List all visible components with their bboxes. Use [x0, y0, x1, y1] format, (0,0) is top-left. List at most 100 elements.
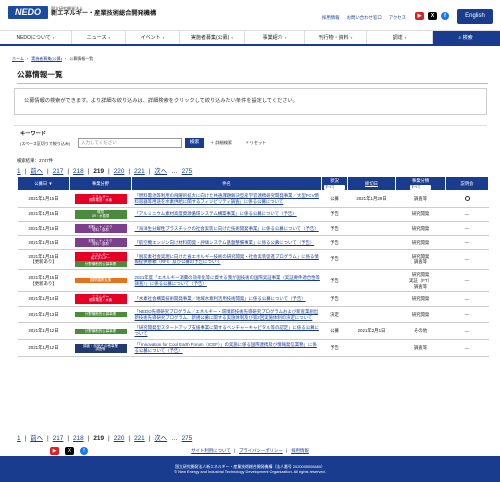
row-status: 予告 [321, 249, 348, 270]
nav-search-button[interactable]: ⌕ 検索 [433, 31, 500, 44]
org-name: 新エネルギー・産業技術総合開発機構 [51, 10, 157, 18]
col-date-header[interactable]: 公募日 ▼ [17, 176, 70, 191]
nav-item-news[interactable]: ニュース [72, 31, 126, 44]
pager-next[interactable]: 次へ [154, 433, 167, 442]
nav-item-projects[interactable]: 事業紹介 [245, 31, 305, 44]
row-subject-link[interactable]: 「燃料電池等利用の飛躍的拡大に向けた共通課題解決型産学官連携研究開発事業／大型F… [131, 190, 322, 208]
search-button[interactable]: 検索 [185, 138, 204, 148]
row-status: 予告 [321, 235, 348, 251]
nav-item-koubo[interactable]: 実施者募集(公募) [180, 31, 245, 44]
row-briefing: — [445, 322, 489, 341]
row-subject-link[interactable]: 「海洋生分解性プラスチックの社会実装に向けた技術開発事業」に係る公募について（予… [131, 221, 322, 237]
pager-page[interactable]: 220 [114, 168, 125, 175]
keyword-sub-label: (スペース区切りで絞り込み) [20, 141, 71, 146]
row-field: エネルギー 燃料電池・水素 [69, 291, 132, 307]
nav-item-publications[interactable]: 刊行物・資料 [305, 31, 367, 44]
table-row: 2021年1月15日 【更新あり】 国際展開支援 2021年度「エネルギー消費の効率化… [17, 269, 489, 293]
pager-last[interactable]: 275 [182, 168, 193, 175]
contact-link[interactable]: お問い合わせ窓口 [347, 15, 382, 21]
pager-page[interactable]: 221 [134, 168, 145, 175]
pager-page[interactable]: 218 [73, 168, 84, 175]
nav-item-events[interactable]: イベント [126, 31, 180, 44]
reset-button[interactable]: × リセット [246, 140, 266, 146]
row-subject-link[interactable]: 「研究開発型スタートアップ支援事業に関するベンチャーキャピタル等の認定」に係る公… [131, 322, 322, 341]
row-subject-link[interactable]: 「アルミニウム素材高度資源循環システム構築事業」に係る公募について（予告） [131, 207, 322, 223]
footer-link-privacy[interactable]: プライバシーポリシー [239, 448, 283, 453]
koubo-table: 公募日 ▼ 事業分野 件名 状況 すべて 締切日 事業分類 すべて 説明会 2021… [17, 176, 489, 358]
careers-link[interactable]: 採用情報 [322, 15, 340, 21]
detail-search-toggle[interactable]: ＋ 詳細検索 [210, 140, 232, 146]
pager-page[interactable]: 217 [53, 435, 64, 442]
row-deadline [347, 235, 396, 251]
briefing-value: — [464, 312, 470, 318]
pager-page[interactable]: 218 [73, 435, 84, 442]
updated-badge: 【更新あり】 [30, 259, 57, 265]
row-date: 2021年1月12日 [17, 322, 70, 341]
briefing-value: — [464, 296, 470, 302]
footer-link-terms[interactable]: サイト利用について [191, 448, 230, 453]
nav-item-procurement[interactable]: 調達 [367, 31, 433, 44]
breadcrumb-koubo[interactable]: 実施者募集(公募) [31, 56, 62, 62]
pager-first[interactable]: 1 [17, 168, 21, 175]
row-date: 2021年1月14日 [17, 291, 70, 307]
footer-link-careers[interactable]: 採用情報 [291, 448, 309, 453]
row-type: その他 [395, 322, 446, 341]
pager-next[interactable]: 次へ [154, 166, 167, 175]
row-date: 2021年1月15日 [17, 221, 70, 237]
row-status: 公募 [321, 190, 348, 208]
row-deadline [347, 269, 396, 293]
briefing-value: — [464, 256, 470, 262]
row-date: 2021年1月15日 [17, 235, 70, 251]
breadcrumb-home[interactable]: ホーム [12, 56, 24, 62]
pager-current: 219 [93, 168, 105, 175]
facebook-icon[interactable]: f [441, 12, 449, 20]
nav-item-about[interactable]: NEDOについて [0, 31, 72, 44]
row-subject-link[interactable]: 「NEDO先導研究プログラム／エネルギー・環境新技術先導研究プログラムおよび新産… [131, 306, 322, 324]
field-tag: 材料・ナノテク 材料・部材 [74, 224, 127, 234]
briefing-circle-icon [464, 195, 470, 201]
briefing-value: — [464, 278, 470, 284]
row-subject-link[interactable]: 「「Innovation for Cool Earth Forum（ICEF）」… [131, 339, 322, 358]
pagination-bottom: 1 | 前へ | 217 | 218 | 219 | 220 | 221 | 次へ… 275 [17, 433, 193, 442]
row-subject-link[interactable]: 「水素社会構築技術開発事業／地域水素利活用技術開発」に係る公募について（予告） [131, 291, 322, 307]
row-type: 研究開発 [395, 306, 446, 324]
row-deadline [347, 339, 396, 358]
row-status: 予告 [321, 339, 348, 358]
field-tag: 環境 3R・水循環 [74, 209, 127, 220]
row-date: 2021年1月15日 【更新あり】 [17, 269, 70, 293]
pager-page[interactable]: 221 [134, 435, 145, 442]
pager-page[interactable]: 217 [53, 168, 64, 175]
row-field: 分野横断的公募事業 [69, 322, 132, 341]
english-button[interactable]: English [457, 9, 493, 24]
col-field-header: 事業分野 [69, 176, 132, 191]
pager-prev[interactable]: 前へ [30, 433, 43, 442]
type-filter-select[interactable]: すべて [410, 184, 431, 190]
row-subject-link[interactable]: 「脱炭素社会実現に向けた省エネルギー技術の研究開発・社会実装促進プログラム」に係… [131, 249, 322, 270]
briefing-value: — [464, 240, 470, 246]
pager-prev[interactable]: 前へ [30, 166, 43, 175]
table-header-row: 公募日 ▼ 事業分野 件名 状況 すべて 締切日 事業分類 すべて 説明会 [17, 176, 489, 191]
row-subject-link[interactable]: 「航空機エンジン向け材料開発・評価システム基盤整備事業」に係る公募について（予告… [131, 235, 322, 251]
field-tag: 材料・ナノテク 材料・部材 [74, 238, 127, 248]
youtube-icon[interactable]: ▶ [415, 12, 424, 20]
keyword-input[interactable]: 入力してください [78, 138, 182, 148]
field-tag: 調査・評価その他事業 調査等 [74, 343, 127, 353]
row-field: エネルギー 省エネルギー 分野横断的公募事業 [69, 249, 132, 270]
status-filter-select[interactable]: すべて [324, 184, 345, 190]
pager-page[interactable]: 220 [114, 435, 125, 442]
row-date: 2021年1月15日 [17, 207, 70, 223]
pager-first[interactable]: 1 [17, 435, 21, 442]
page-description: 公募情報の検索ができます。より詳細な絞り込みは、詳細検索をクリックして絞り込みた… [14, 88, 487, 115]
footer-links: サイト利用について | プライバシーポリシー | 採用情報 [191, 448, 309, 453]
row-briefing: — [445, 269, 489, 293]
table-row: 2021年1月15日 エネルギー 燃料電池・水素 「燃料電池等利用の飛躍的拡大に向けた… [17, 190, 489, 208]
row-subject-link[interactable]: 2021年度「エネルギー消費の効率化等に資する我が国技術の国際実証事業（実証要件… [131, 269, 322, 293]
col-deadline-header[interactable]: 締切日 [347, 176, 396, 191]
briefing-value: — [464, 345, 470, 351]
row-status: 予告 [321, 291, 348, 307]
row-briefing: — [445, 221, 489, 237]
pager-last[interactable]: 275 [182, 435, 193, 442]
access-link[interactable]: アクセス [389, 15, 406, 21]
x-icon[interactable]: X [428, 12, 437, 20]
site-logo[interactable]: NEDO 国立研究開発法人 新エネルギー・産業技術総合開発機構 [8, 6, 156, 19]
